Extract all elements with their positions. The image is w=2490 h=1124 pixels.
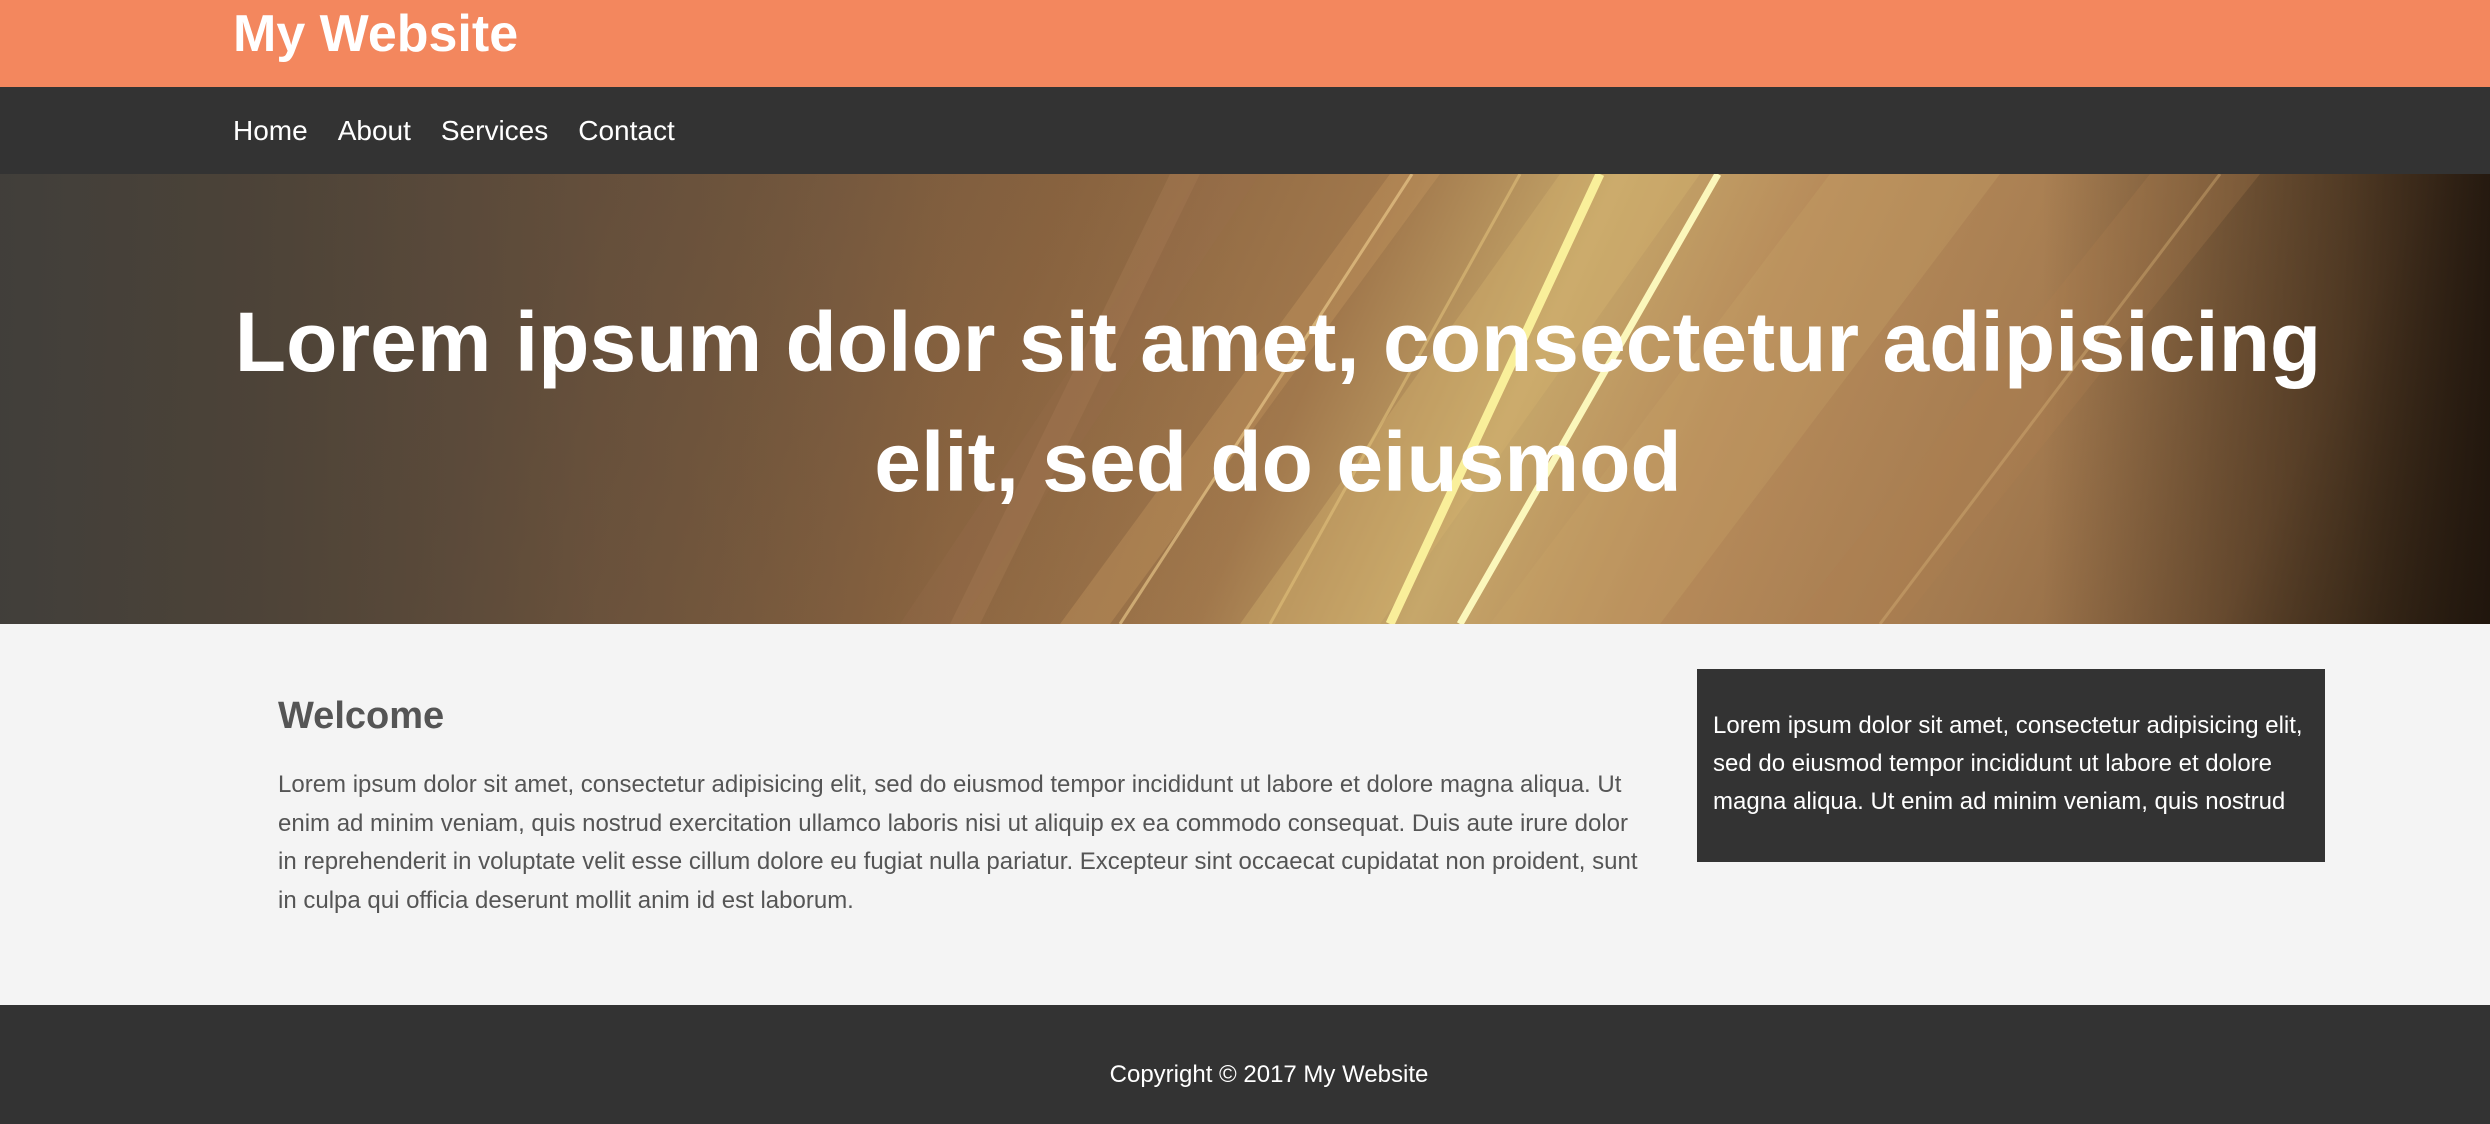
nav-link-contact[interactable]: Contact xyxy=(578,115,675,146)
sidebar-text: Lorem ipsum dolor sit amet, consectetur … xyxy=(1713,712,2303,815)
nav-list: Home About Services Contact xyxy=(233,87,705,174)
site-header: My Website xyxy=(0,0,2490,87)
welcome-heading: Welcome xyxy=(278,695,445,737)
main-content: Welcome Lorem ipsum dolor sit amet, cons… xyxy=(0,624,2490,1005)
nav-link-home[interactable]: Home xyxy=(233,115,308,146)
nav-item-about: About xyxy=(338,114,411,148)
main-nav: Home About Services Contact xyxy=(0,87,2490,174)
nav-link-services[interactable]: Services xyxy=(441,115,548,146)
welcome-paragraph: Lorem ipsum dolor sit amet, consectetur … xyxy=(278,771,1638,914)
nav-item-services: Services xyxy=(441,114,548,148)
footer-copyright: Copyright © 2017 My Website xyxy=(1109,1061,1429,1088)
nav-item-contact: Contact xyxy=(578,114,675,148)
sidebar-box: Lorem ipsum dolor sit amet, consectetur … xyxy=(1697,669,2325,862)
nav-item-home: Home xyxy=(233,114,308,148)
site-footer: Copyright © 2017 My Website xyxy=(0,1005,2490,1124)
hero-title: Lorem ipsum dolor sit amet, consectetur … xyxy=(234,295,2322,509)
site-title[interactable]: My Website xyxy=(233,3,518,65)
hero-banner: Lorem ipsum dolor sit amet, consectetur … xyxy=(0,174,2490,624)
nav-link-about[interactable]: About xyxy=(338,115,411,146)
